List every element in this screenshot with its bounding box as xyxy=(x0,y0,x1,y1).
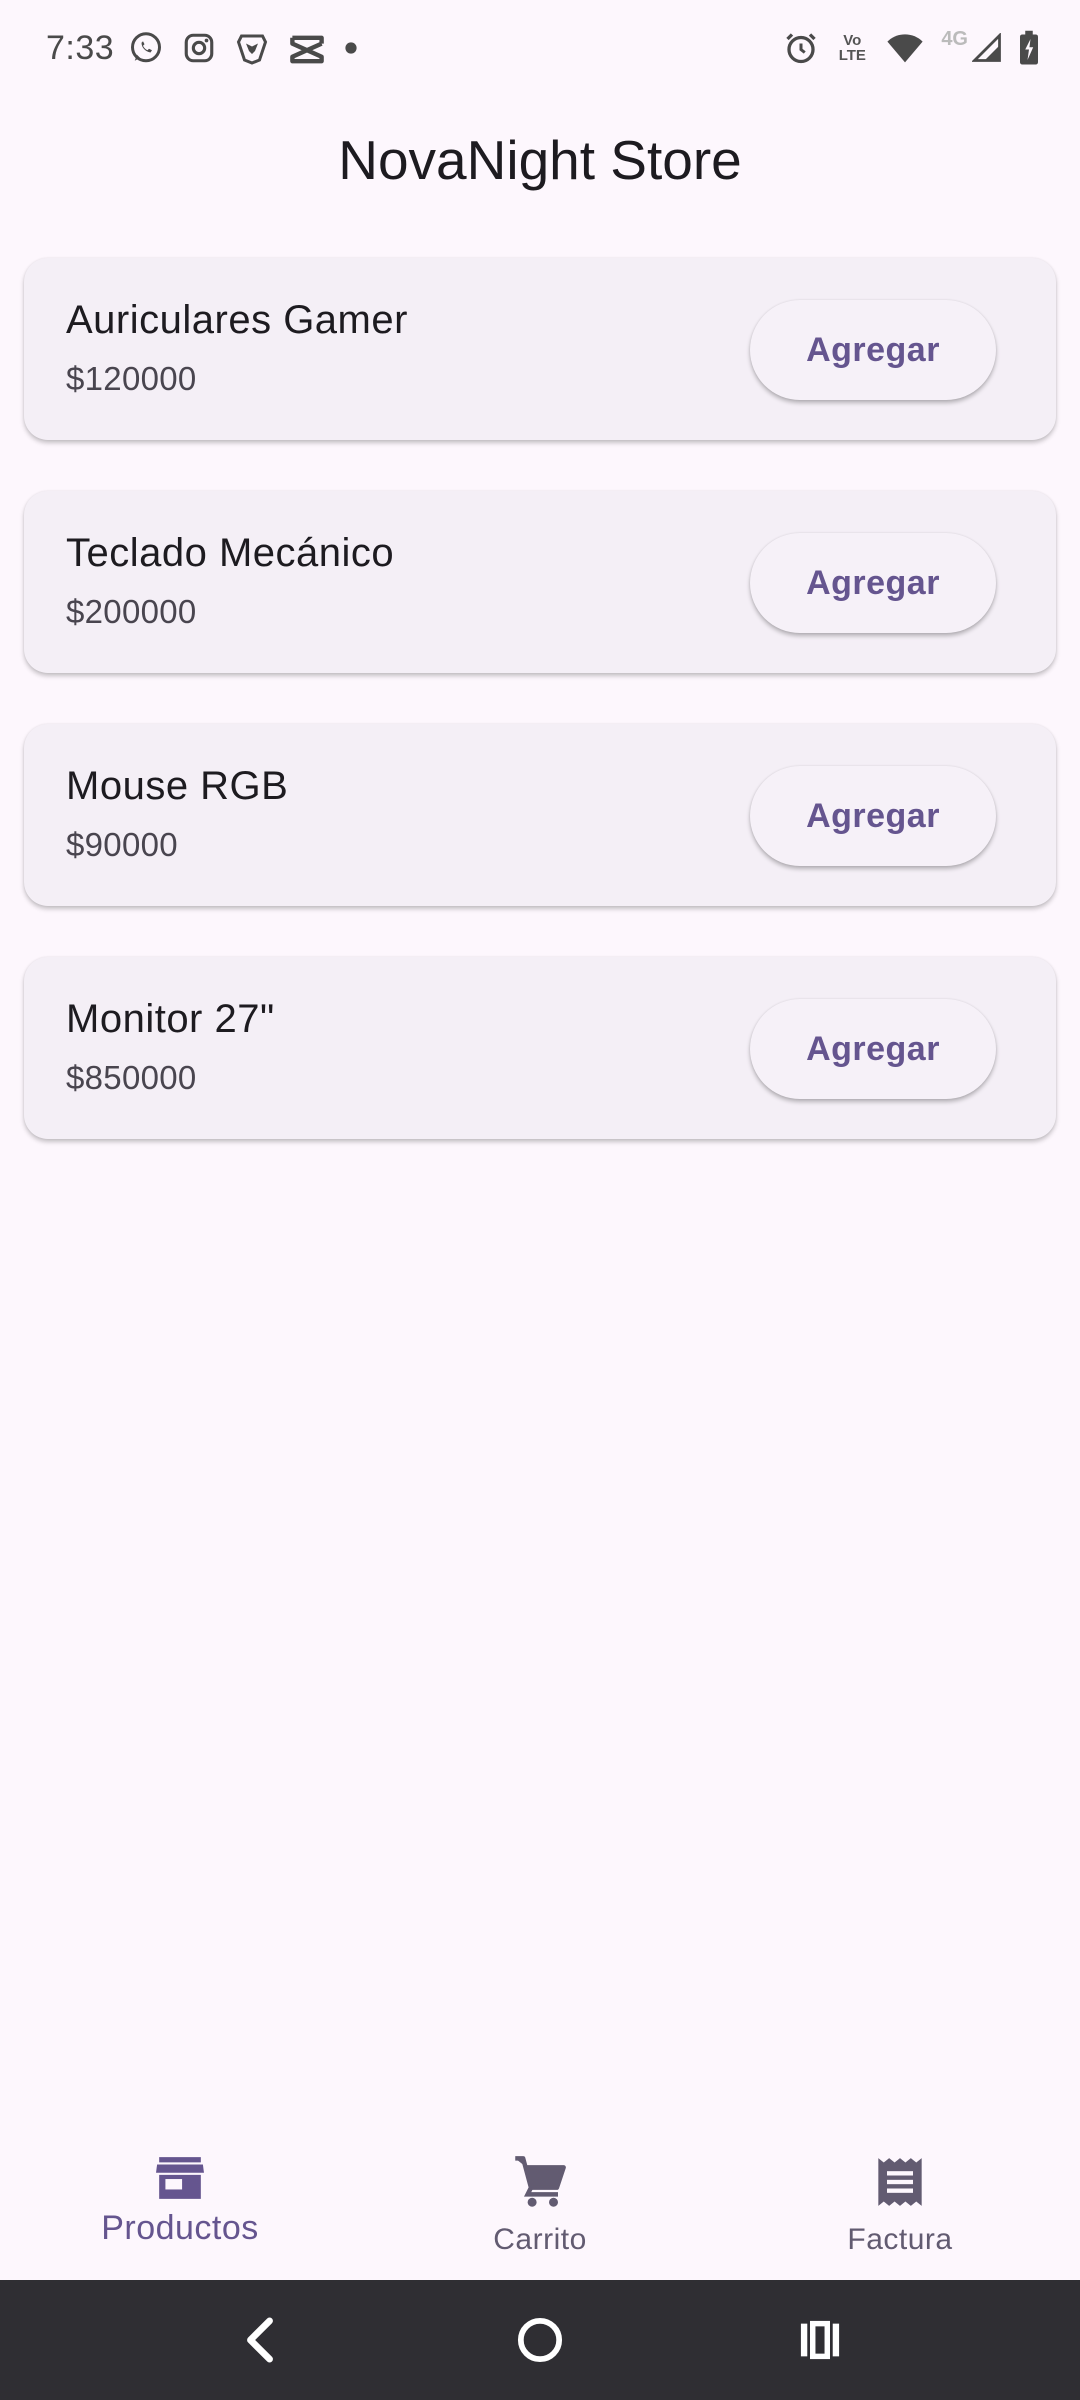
product-card: Teclado Mecánico $200000 Agregar xyxy=(24,491,1056,673)
home-icon[interactable] xyxy=(480,2300,600,2380)
product-name: Teclado Mecánico xyxy=(66,531,395,575)
network-type-label: 4G xyxy=(941,27,968,50)
store-icon xyxy=(155,2156,205,2205)
status-bar-left: 7:33 xyxy=(46,29,376,68)
product-price: $120000 xyxy=(66,360,197,397)
product-card: Auriculares Gamer $120000 Agregar xyxy=(24,258,1056,440)
product-name: Monitor 27" xyxy=(66,997,275,1041)
product-name: Auriculares Gamer xyxy=(66,298,408,342)
nav-item-carrito[interactable]: Carrito xyxy=(360,2130,720,2280)
product-list: Auriculares Gamer $120000 Agregar Teclad… xyxy=(24,258,1056,1190)
product-card: Mouse RGB $90000 Agregar xyxy=(24,724,1056,906)
cart-icon xyxy=(513,2156,567,2213)
battery-icon xyxy=(1018,30,1040,66)
receipt-icon xyxy=(876,2156,924,2213)
add-to-cart-button[interactable]: Agregar xyxy=(750,300,996,400)
wifi-icon xyxy=(885,32,925,64)
nav-item-productos[interactable]: Productos xyxy=(0,2130,360,2280)
product-price: $90000 xyxy=(66,826,178,863)
add-to-cart-button[interactable]: Agregar xyxy=(750,766,996,866)
status-bar: 7:33 Vo LTE 4G xyxy=(0,0,1080,96)
status-bar-right: Vo LTE 4G xyxy=(767,27,1040,66)
product-price: $850000 xyxy=(66,1059,197,1096)
status-time: 7:33 xyxy=(46,28,115,67)
product-card: Monitor 27" $850000 Agregar xyxy=(24,957,1056,1139)
nav-label-productos: Productos xyxy=(101,2209,259,2247)
nav-item-factura[interactable]: Factura xyxy=(720,2130,1080,2280)
dot-icon xyxy=(344,41,358,55)
whatsapp-icon xyxy=(128,30,164,66)
product-price: $200000 xyxy=(66,593,197,630)
instagram-icon xyxy=(182,31,216,65)
capcut-icon xyxy=(288,31,326,65)
nav-label-carrito: Carrito xyxy=(493,2223,587,2256)
alarm-icon xyxy=(783,30,819,66)
recents-icon[interactable] xyxy=(760,2300,880,2380)
add-to-cart-button[interactable]: Agregar xyxy=(750,533,996,633)
product-name: Mouse RGB xyxy=(66,764,289,808)
add-to-cart-button[interactable]: Agregar xyxy=(750,999,996,1099)
volte-icon: Vo LTE xyxy=(838,32,866,64)
nav-label-factura: Factura xyxy=(847,2223,953,2256)
back-icon[interactable] xyxy=(200,2300,320,2380)
system-navigation-bar xyxy=(0,2280,1080,2400)
signal-icon xyxy=(972,33,1002,63)
bottom-navigation: Productos Carrito Factura xyxy=(0,2130,1080,2280)
page-title: NovaNight Store xyxy=(338,129,742,191)
brave-icon xyxy=(234,30,270,66)
